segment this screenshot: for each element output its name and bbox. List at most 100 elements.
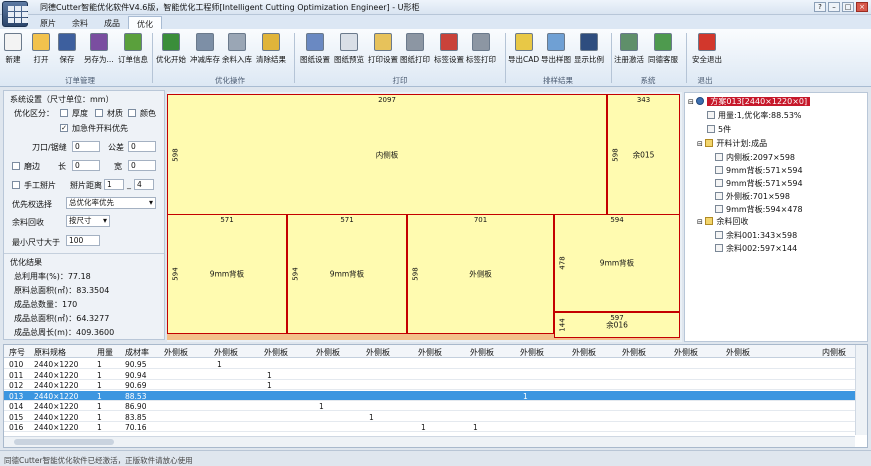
customer-service-button[interactable]: 同德客服 xyxy=(648,33,678,71)
close-icon[interactable]: × xyxy=(856,2,868,12)
column-header[interactable]: 外侧板 xyxy=(214,347,238,358)
column-header[interactable]: 外侧板 xyxy=(674,347,698,358)
exit-button[interactable]: 安全退出 xyxy=(692,33,722,71)
print-settings-button[interactable]: 打印设置 xyxy=(368,33,398,71)
urgent-checkbox[interactable]: ✓ xyxy=(60,124,68,132)
exit-icon xyxy=(698,33,716,51)
minimize-icon[interactable]: – xyxy=(828,2,840,12)
material-checkbox[interactable] xyxy=(95,109,103,117)
optimize-start-button[interactable]: 优化开始 xyxy=(156,33,186,71)
drawing-print-button[interactable]: 图纸打印 xyxy=(400,33,430,71)
break-distance-a-input[interactable]: 1 xyxy=(104,179,124,190)
tree-remnant-node[interactable]: ⊟ 余料回收 xyxy=(697,216,748,227)
column-header[interactable]: 外侧板 xyxy=(572,347,596,358)
column-header[interactable]: 外侧板 xyxy=(520,347,544,358)
tree-count-node[interactable]: 5件 xyxy=(707,124,731,135)
drawing-settings-button[interactable]: 图纸设置 xyxy=(300,33,330,71)
edge-checkbox[interactable] xyxy=(12,162,20,170)
doc-icon xyxy=(715,192,723,200)
horizontal-scrollbar[interactable] xyxy=(4,436,855,447)
color-checkbox[interactable] xyxy=(128,109,136,117)
priority-select[interactable]: 总优化率优先 xyxy=(66,197,156,209)
part-back-1[interactable]: 9mm背板 571 594 xyxy=(167,214,287,334)
folder-open-button[interactable]: 打开 xyxy=(32,33,50,71)
tree-remnant-item[interactable]: 余料002:597×144 xyxy=(715,243,797,254)
part-outer-side[interactable]: 外侧板 701 598 xyxy=(407,214,554,334)
table-row[interactable]: 015 2440×1220 1 83.85 1 xyxy=(4,412,855,422)
remnant-store-button[interactable]: 余料入库 xyxy=(222,33,252,71)
tree-plan-item[interactable]: 9mm背板:594×478 xyxy=(715,204,803,215)
tree-plan-item[interactable]: 9mm背板:571×594 xyxy=(715,178,803,189)
column-header[interactable]: 外侧板 xyxy=(366,347,390,358)
save-as-button[interactable]: 另存为... xyxy=(84,33,114,71)
column-header[interactable]: 外侧板 xyxy=(470,347,494,358)
min-size-input[interactable]: 100 xyxy=(66,235,100,246)
tree-remnant-item[interactable]: 余料001:343×598 xyxy=(715,230,797,241)
label-settings-button[interactable]: 标签设置 xyxy=(434,33,464,71)
tree-plan-item[interactable]: 内侧板:2097×598 xyxy=(715,152,795,163)
column-header[interactable]: 外侧板 xyxy=(316,347,340,358)
column-header[interactable]: 内侧板 xyxy=(822,347,846,358)
tree-plan-item[interactable]: 9mm背板:571×594 xyxy=(715,165,803,176)
column-header[interactable]: 外侧板 xyxy=(622,347,646,358)
cutting-layout-canvas[interactable]: 内侧板 2097 598 余015 343 598 9mm背板 571 594 9mm背板 571 5… xyxy=(167,92,682,342)
column-header[interactable]: 序号 xyxy=(9,347,25,358)
tab-sheet[interactable]: 原片 xyxy=(32,16,64,29)
export-cad-button[interactable]: 导出CAD xyxy=(508,33,539,71)
tree-root-node[interactable]: ⊟ 方案013[2440×1220×0] xyxy=(688,96,811,107)
export-image-button[interactable]: 导出样图 xyxy=(541,33,571,71)
kerf-input[interactable]: 0 xyxy=(72,141,100,152)
break-distance-b-input[interactable]: 4 xyxy=(134,179,154,190)
maximize-icon[interactable]: □ xyxy=(842,2,854,12)
tree-usage-node[interactable]: 用量:1,优化率:88.53% xyxy=(707,110,802,121)
result-perimeter: 成品总周长(m)：409.3600 xyxy=(14,328,115,337)
table-cell: 2440×1220 xyxy=(34,412,79,422)
manual-break-checkbox[interactable] xyxy=(12,181,20,189)
order-info-button[interactable]: 订单信息 xyxy=(118,33,148,71)
label-print-button[interactable]: 标签打印 xyxy=(466,33,496,71)
part-back-2[interactable]: 9mm背板 571 594 xyxy=(287,214,407,334)
deduct-stock-button[interactable]: 冲减库存 xyxy=(190,33,220,71)
table-row[interactable]: 012 2440×1220 1 90.69 1 xyxy=(4,380,855,390)
register-button[interactable]: 注册激活 xyxy=(614,33,644,71)
column-header[interactable]: 用量 xyxy=(97,347,113,358)
column-header[interactable]: 外侧板 xyxy=(418,347,442,358)
table-row[interactable]: 010 2440×1220 1 90.95 1 xyxy=(4,359,855,369)
part-inner-side[interactable]: 内侧板 2097 598 xyxy=(167,94,607,216)
column-header[interactable]: 外侧板 xyxy=(264,347,288,358)
column-header[interactable]: 成材率 xyxy=(125,347,149,358)
part-remnant-016[interactable]: 余016 597 144 xyxy=(554,312,680,338)
tab-remnant[interactable]: 余料 xyxy=(64,16,96,29)
drawing-preview-button[interactable]: 图纸预览 xyxy=(334,33,364,71)
remnant-recycle-select[interactable]: 按尺寸 xyxy=(66,215,110,227)
long-input[interactable]: 0 xyxy=(72,160,100,171)
tab-product[interactable]: 成品 xyxy=(96,16,128,29)
table-row[interactable]: 011 2440×1220 1 90.94 1 xyxy=(4,370,855,380)
table-cell: 1 xyxy=(97,402,102,411)
part-back-3[interactable]: 9mm背板 594 478 xyxy=(554,214,680,312)
thickness-checkbox[interactable] xyxy=(60,109,68,117)
edge-label: 磨边 xyxy=(24,162,40,171)
customer-service-icon xyxy=(654,33,672,51)
app-menu-button[interactable] xyxy=(2,1,28,27)
wide-input[interactable]: 0 xyxy=(128,160,156,171)
table-row[interactable]: 013 2440×1220 1 88.53 1 xyxy=(4,390,855,401)
tree-plan-item[interactable]: 外侧板:701×598 xyxy=(715,191,790,202)
part-remnant-015[interactable]: 余015 343 598 xyxy=(607,94,680,216)
part-label: 9mm背板 xyxy=(329,269,365,279)
table-row[interactable]: 014 2440×1220 1 86.90 1 xyxy=(4,401,855,411)
vertical-scrollbar[interactable] xyxy=(855,345,867,435)
help-icon[interactable]: ? xyxy=(814,2,826,12)
new-file-button[interactable]: 新建 xyxy=(4,33,22,71)
column-header[interactable]: 外侧板 xyxy=(164,347,188,358)
table-row[interactable]: 016 2440×1220 1 70.16 1 1 xyxy=(4,422,855,432)
clear-result-button[interactable]: 清除结果 xyxy=(256,33,286,71)
column-header[interactable]: 原料规格 xyxy=(34,347,66,358)
tolerance-input[interactable]: 0 xyxy=(128,141,156,152)
tree-plan-node[interactable]: ⊟ 开料计划:成品 xyxy=(697,138,767,149)
tab-optimize[interactable]: 优化 xyxy=(128,16,162,29)
column-header[interactable]: 外侧板 xyxy=(726,347,750,358)
save-button[interactable]: 保存 xyxy=(58,33,76,71)
zoom-ratio-button[interactable]: 显示比例 xyxy=(574,33,604,71)
table-cell: 011 xyxy=(9,370,24,380)
